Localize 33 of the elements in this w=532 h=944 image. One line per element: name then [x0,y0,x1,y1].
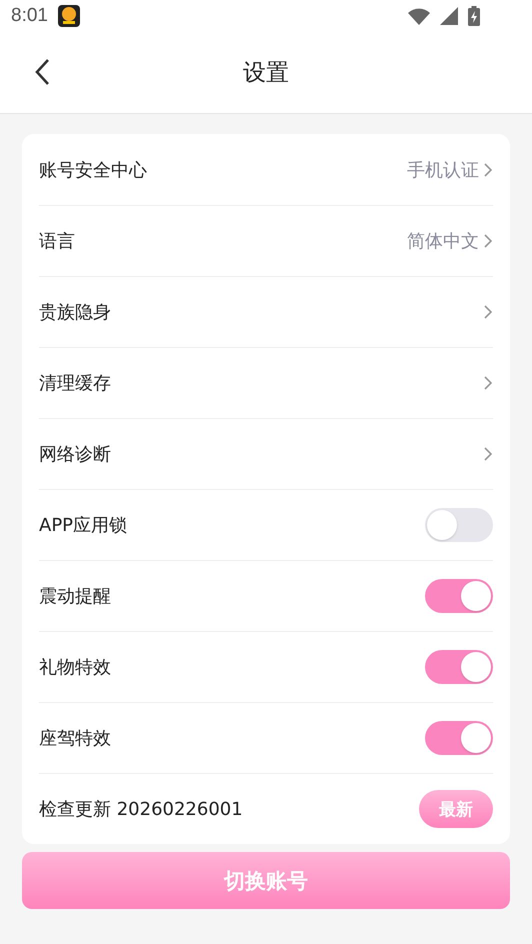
toggle-switch[interactable] [425,721,493,755]
setting-label: 检查更新 20260226001 [39,798,244,821]
settings-row[interactable]: 账号安全中心 手机认证 [39,134,493,205]
setting-label: 震动提醒 [39,585,112,608]
setting-label: 清理缓存 [39,372,112,395]
back-icon[interactable] [34,58,50,86]
status-time: 8:01 [11,5,48,27]
setting-label: 账号安全中心 [39,158,148,182]
toggle-switch[interactable] [425,579,493,613]
chevron-icon [483,304,493,320]
toggle-switch[interactable] [425,508,493,542]
chevron-icon [483,162,493,178]
setting-label: 座驾特效 [39,727,112,750]
settings-row[interactable]: 贵族隐身 [39,276,493,347]
page-title: 设置 [243,59,289,88]
setting-label: 语言 [39,230,76,253]
setting-label: 网络诊断 [39,443,112,466]
setting-value: 手机认证 [407,158,479,182]
signal-icon [440,7,458,25]
chevron-icon [483,375,493,391]
toggle-switch[interactable] [425,650,493,684]
app-icon [58,5,80,27]
settings-row[interactable]: 网络诊断 [39,418,493,489]
setting-label: APP应用锁 [39,514,128,537]
setting-value: 简体中文 [407,230,479,253]
settings-row[interactable]: 清理缓存 [39,347,493,418]
setting-label: 礼物特效 [39,656,112,679]
setting-label: 贵族隐身 [39,301,112,324]
chevron-icon [483,446,493,462]
wifi-icon [408,8,430,24]
battery-icon [468,6,480,26]
settings-row[interactable]: 语言 简体中文 [39,205,493,276]
chevron-icon [483,233,493,249]
